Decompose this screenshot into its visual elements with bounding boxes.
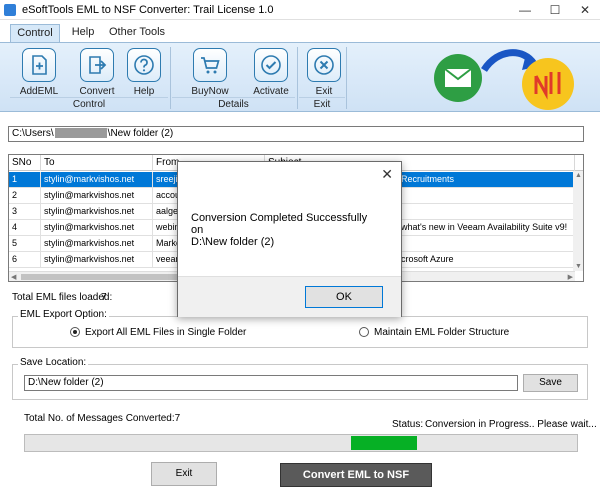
convert-icon: [80, 48, 114, 82]
group-label-details: Details: [172, 97, 295, 111]
cancel-icon: [307, 48, 341, 82]
group-label-control: Control: [10, 97, 168, 111]
total-files-label: Total EML files loaded:: [12, 292, 113, 303]
activate-button[interactable]: Activate: [248, 45, 294, 97]
tab-other-tools[interactable]: Other Tools: [108, 24, 166, 42]
save-location-legend: Save Location:: [18, 357, 89, 368]
conversion-logo-icon: [434, 49, 574, 110]
group-separator: [297, 47, 298, 109]
single-folder-label[interactable]: Export All EML Files in Single Folder: [85, 327, 246, 338]
close-button[interactable]: ✕: [570, 0, 600, 20]
scroll-down-icon[interactable]: ▼: [575, 263, 582, 270]
conversion-complete-dialog: ✕ Conversion Completed Successfully on D…: [177, 161, 402, 317]
save-location-input[interactable]: D:\New folder (2): [24, 375, 518, 391]
window-title: eSoftTools EML to NSF Converter: Trail L…: [22, 4, 274, 16]
scroll-left-icon[interactable]: ◀: [11, 273, 16, 281]
column-header-to[interactable]: To: [41, 155, 153, 171]
title-bar: eSoftTools EML to NSF Converter: Trail L…: [0, 0, 600, 20]
status-label: Status:: [392, 419, 424, 430]
minimize-button[interactable]: —: [510, 0, 540, 20]
redacted-username: [54, 128, 107, 139]
save-button[interactable]: Save: [523, 374, 578, 392]
vertical-scrollbar[interactable]: ▲ ▼: [573, 171, 583, 271]
add-eml-button[interactable]: AddEML: [16, 45, 62, 97]
exit-ribbon-button[interactable]: Exit: [301, 45, 347, 97]
progress-fill: [351, 436, 417, 450]
help-button[interactable]: Help: [121, 45, 167, 97]
total-files-value: 7: [101, 292, 107, 303]
maintain-structure-label[interactable]: Maintain EML Folder Structure: [374, 327, 509, 338]
app-icon: [4, 4, 16, 16]
help-icon: [127, 48, 161, 82]
scroll-up-icon[interactable]: ▲: [575, 172, 582, 179]
buynow-button[interactable]: BuyNow: [187, 45, 233, 97]
status-text: Conversion in Progress.. Please wait...: [425, 419, 597, 430]
messages-converted-label: Total No. of Messages Converted:7: [24, 413, 181, 424]
tab-help[interactable]: Help: [66, 24, 100, 42]
convert-eml-to-nsf-button[interactable]: Convert EML to NSF: [280, 463, 432, 487]
maintain-structure-radio[interactable]: [359, 327, 369, 337]
group-separator: [346, 47, 347, 109]
scroll-thumb[interactable]: [21, 274, 191, 280]
add-file-icon: [22, 48, 56, 82]
exit-button[interactable]: Exit: [151, 462, 217, 486]
dialog-message: Conversion Completed Successfully on D:\…: [191, 212, 368, 248]
tab-control[interactable]: Control: [10, 24, 60, 42]
ribbon-tabs: Control Help Other Tools: [0, 20, 600, 42]
dialog-footer: OK: [178, 276, 401, 317]
convert-button[interactable]: Convert: [74, 45, 120, 97]
conversion-progress-bar: [24, 434, 578, 452]
ok-button[interactable]: OK: [305, 286, 383, 308]
export-option-legend: EML Export Option:: [18, 309, 109, 320]
single-folder-radio[interactable]: [70, 327, 80, 337]
source-path-field[interactable]: C:\Users\ \New folder (2): [8, 126, 584, 142]
cart-icon: [193, 48, 227, 82]
dialog-close-button[interactable]: ✕: [381, 166, 393, 183]
group-separator: [170, 47, 171, 109]
maximize-button[interactable]: ☐: [540, 0, 570, 20]
scroll-right-icon[interactable]: ▶: [568, 273, 573, 281]
checkmark-icon: [254, 48, 288, 82]
column-header-sno[interactable]: SNo: [9, 155, 41, 171]
group-label-exit: Exit: [299, 97, 345, 111]
lotus-notes-logo-icon: [522, 58, 574, 110]
